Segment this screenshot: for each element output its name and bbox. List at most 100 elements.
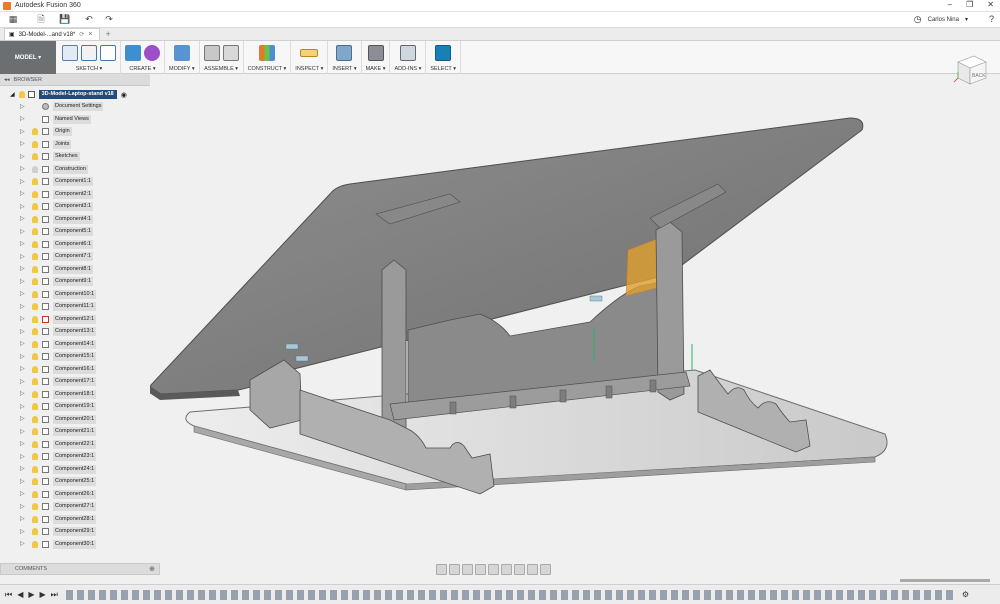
visibility-bulb-icon[interactable] <box>32 203 38 210</box>
browser-tree-item[interactable]: ▷ Component18:1 <box>0 389 97 400</box>
display-settings-icon[interactable] <box>514 564 525 575</box>
expand-triangle-icon[interactable]: ▷ <box>20 491 26 497</box>
browser-tree-label[interactable]: Component13:1 <box>53 327 97 336</box>
insert-image-icon[interactable] <box>336 45 353 61</box>
visibility-bulb-icon[interactable] <box>32 303 38 310</box>
3d-print-icon[interactable] <box>367 45 384 61</box>
expand-triangle-icon[interactable]: ▷ <box>20 429 26 435</box>
look-at-icon[interactable] <box>449 564 460 575</box>
expand-triangle-icon[interactable]: ▷ <box>20 329 26 335</box>
visibility-bulb-icon[interactable] <box>32 290 38 298</box>
timeline-settings-icon[interactable]: ⚙ <box>962 590 969 599</box>
visibility-bulb-icon[interactable] <box>32 390 38 398</box>
close-icon[interactable]: ✕ <box>987 0 994 9</box>
create-group[interactable]: CREATE ▾ <box>121 41 165 74</box>
timeline-scrollbar[interactable] <box>900 579 990 582</box>
browser-tree-item[interactable]: ▷ Component25:1 <box>0 476 97 487</box>
expand-triangle-icon[interactable]: ▷ <box>20 104 26 110</box>
timeline-features[interactable] <box>65 589 956 600</box>
construct-group[interactable]: CONSTRUCT ▾ <box>244 41 292 74</box>
grid-settings-icon[interactable] <box>527 564 538 575</box>
visibility-bulb-icon[interactable] <box>32 515 38 523</box>
browser-tree-label[interactable]: Component5:1 <box>53 227 94 236</box>
browser-tree-label[interactable]: Component1:1 <box>53 177 94 186</box>
browser-tree-label[interactable]: Component4:1 <box>53 214 94 224</box>
expand-triangle-icon[interactable]: ▷ <box>20 154 26 160</box>
browser-tree-item[interactable]: ▷ Component22:1 <box>0 439 97 450</box>
visibility-bulb-icon[interactable] <box>32 340 38 348</box>
browser-tree-label[interactable]: Construction <box>53 164 88 174</box>
offset-plane-icon[interactable] <box>258 45 275 61</box>
visibility-bulb-icon[interactable] <box>32 178 38 185</box>
expand-triangle-icon[interactable]: ▷ <box>20 529 26 535</box>
browser-tree-item[interactable]: ▷ Sketches <box>0 151 80 162</box>
browser-tree-label[interactable]: Component8:1 <box>53 264 94 274</box>
browser-tree-item[interactable]: ▷ Construction <box>0 164 88 175</box>
new-component-icon[interactable] <box>203 45 220 61</box>
save-icon[interactable]: 💾 <box>58 14 72 26</box>
expand-triangle-icon[interactable]: ▷ <box>20 441 26 447</box>
help-icon[interactable]: ? <box>989 14 994 24</box>
browser-tree-label[interactable]: Component17:1 <box>53 377 97 386</box>
visibility-bulb-icon[interactable] <box>32 190 38 198</box>
browser-tree-item[interactable]: ▷ Component10:1 <box>0 289 97 300</box>
browser-tree-label[interactable]: Component22:1 <box>53 439 97 449</box>
minimize-icon[interactable]: – <box>948 0 952 9</box>
expand-triangle-icon[interactable]: ▷ <box>20 454 26 460</box>
activate-radio-icon[interactable]: ◉ <box>121 91 127 99</box>
comments-panel[interactable]: COMMENTS ⊕ <box>0 563 160 575</box>
browser-tree-item[interactable]: ▷ Component29:1 <box>0 526 97 537</box>
modify-group[interactable]: MODIFY ▾ <box>165 41 200 74</box>
browser-root-label[interactable]: 3D-Model-Laptop-stand v18 <box>38 90 117 99</box>
maximize-icon[interactable]: ❐ <box>966 0 973 9</box>
visibility-bulb-icon[interactable] <box>32 440 38 448</box>
browser-tree-item[interactable]: ▷ Joints <box>0 139 72 150</box>
visibility-bulb-icon[interactable] <box>32 253 38 260</box>
browser-tree-label[interactable]: Component20:1 <box>53 414 97 424</box>
browser-tree-label[interactable]: Component27:1 <box>53 502 97 511</box>
visibility-bulb-icon[interactable] <box>32 265 38 273</box>
joint-icon[interactable] <box>222 45 239 61</box>
visibility-bulb-icon[interactable] <box>32 315 38 323</box>
visibility-bulb-icon[interactable] <box>32 165 38 173</box>
browser-tree-label[interactable]: Component21:1 <box>53 427 97 436</box>
expand-triangle-icon[interactable]: ▷ <box>20 291 26 297</box>
extrude-box-icon[interactable] <box>125 45 141 61</box>
browser-tree-item[interactable]: ▷ Named Views <box>0 114 91 125</box>
browser-tree-item[interactable]: ▷ Component5:1 <box>0 226 94 237</box>
visibility-bulb-icon[interactable] <box>32 378 38 385</box>
expand-triangle-icon[interactable]: ▷ <box>20 254 26 260</box>
browser-tree-label[interactable]: Component10:1 <box>53 289 97 299</box>
collapse-triangle-icon[interactable]: ◢ <box>10 91 15 98</box>
browser-tree-item[interactable]: ▷ Component30:1 <box>0 539 97 550</box>
browser-tree-item[interactable]: ▷ Component3:1 <box>0 201 94 212</box>
expand-triangle-icon[interactable]: ▷ <box>20 141 26 147</box>
visibility-bulb-icon[interactable] <box>32 415 38 423</box>
select-arrow-icon[interactable] <box>435 45 452 61</box>
visibility-bulb-icon[interactable] <box>32 153 38 160</box>
browser-tree-item[interactable]: ▷ Component23:1 <box>0 451 97 462</box>
expand-triangle-icon[interactable]: ▷ <box>20 404 26 410</box>
browser-tree-item[interactable]: ▷ Component1:1 <box>0 176 94 187</box>
play-icon[interactable]: ▶ <box>28 590 34 599</box>
browser-tree-item[interactable]: ▷ Component9:1 <box>0 276 94 287</box>
sketch-group[interactable]: SKETCH ▾ <box>56 41 121 74</box>
browser-tree-label[interactable]: Component30:1 <box>53 539 97 549</box>
assemble-menu[interactable]: ASSEMBLE ▾ <box>204 66 238 72</box>
inspect-menu[interactable]: INSPECT ▾ <box>295 66 323 72</box>
create-sketch-icon[interactable] <box>62 45 78 61</box>
create-menu[interactable]: CREATE ▾ <box>129 66 155 72</box>
visibility-bulb-icon[interactable] <box>32 278 38 285</box>
browser-tree-item[interactable]: ▷ Component20:1 <box>0 414 97 425</box>
viewports-icon[interactable] <box>540 564 551 575</box>
browser-tree-label[interactable]: Joints <box>53 139 72 149</box>
file-menu-icon[interactable]: 🗎 <box>34 14 48 26</box>
expand-triangle-icon[interactable]: ▷ <box>20 279 26 285</box>
visibility-bulb-icon[interactable] <box>32 428 38 435</box>
visibility-bulb-icon[interactable] <box>32 403 38 410</box>
press-pull-icon[interactable] <box>173 45 190 61</box>
browser-tree-item[interactable]: ▷ Component7:1 <box>0 251 94 262</box>
browser-tree-item[interactable]: ▷ Origin <box>0 126 72 137</box>
visibility-bulb-icon[interactable] <box>32 453 38 460</box>
visibility-bulb-icon[interactable] <box>32 490 38 498</box>
